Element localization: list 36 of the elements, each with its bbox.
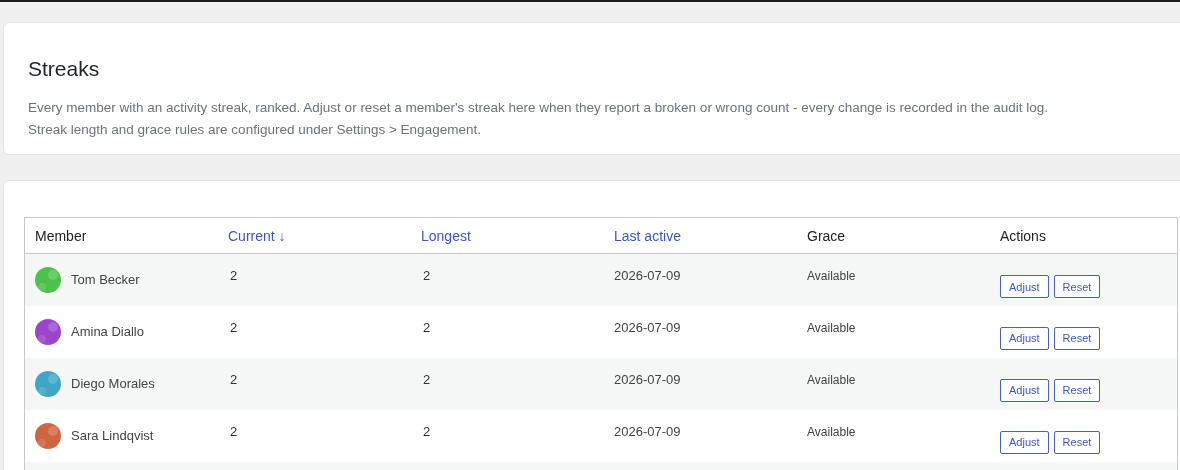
last-active-date: 2026-07-09 [614, 268, 681, 283]
last-active-date: 2026-07-09 [614, 319, 681, 335]
sortable-column-header[interactable]: Current ↓ [228, 227, 286, 244]
adjust-button[interactable]: Adjust [1000, 275, 1049, 298]
column-header: Grace [807, 227, 846, 244]
last-active-date: 2026-07-09 [614, 423, 681, 439]
sortable-column-header[interactable]: Last active [614, 227, 681, 244]
longest-streak: 2 [422, 319, 431, 335]
reset-button[interactable]: Reset [1053, 275, 1101, 298]
current-streak: 2 [229, 268, 238, 283]
longest-streak: 2 [422, 371, 431, 387]
current-streak: 2 [229, 319, 238, 335]
column-header: Actions [1000, 227, 1046, 244]
current-streak: 2 [229, 423, 238, 439]
member-name: Tom Becker [71, 272, 140, 288]
reset-button[interactable]: Reset [1053, 378, 1101, 402]
member-name: Sara Lindqvist [71, 428, 154, 443]
reset-button[interactable]: Reset [1053, 430, 1101, 454]
grace-status: Available [807, 269, 856, 283]
sortable-column-header[interactable]: Longest [421, 227, 471, 244]
longest-streak: 2 [422, 268, 431, 283]
last-active-date: 2026-07-09 [614, 371, 681, 387]
grace-status: Available [807, 320, 856, 335]
page-description: Every member with an activity streak, ranked. Adjust or reset a member's streak here when they report a broken or wrong count - every change is recorded in the audit log. Streak length and grace rules are configured under Settings > Engagement. [28, 99, 1050, 139]
adjust-button[interactable]: Adjust [1000, 326, 1049, 350]
member-name: Amina Diallo [71, 324, 144, 339]
grace-status: Available [807, 372, 856, 387]
adjust-button[interactable]: Adjust [1000, 378, 1049, 402]
column-header: Member [35, 227, 87, 244]
current-streak: 2 [229, 371, 238, 387]
member-name: Diego Morales [71, 376, 155, 391]
grace-status: Available [807, 424, 856, 439]
longest-streak: 2 [422, 423, 431, 439]
page-title: Streaks [28, 56, 101, 82]
adjust-button[interactable]: Adjust [1000, 430, 1049, 454]
reset-button[interactable]: Reset [1053, 326, 1101, 350]
